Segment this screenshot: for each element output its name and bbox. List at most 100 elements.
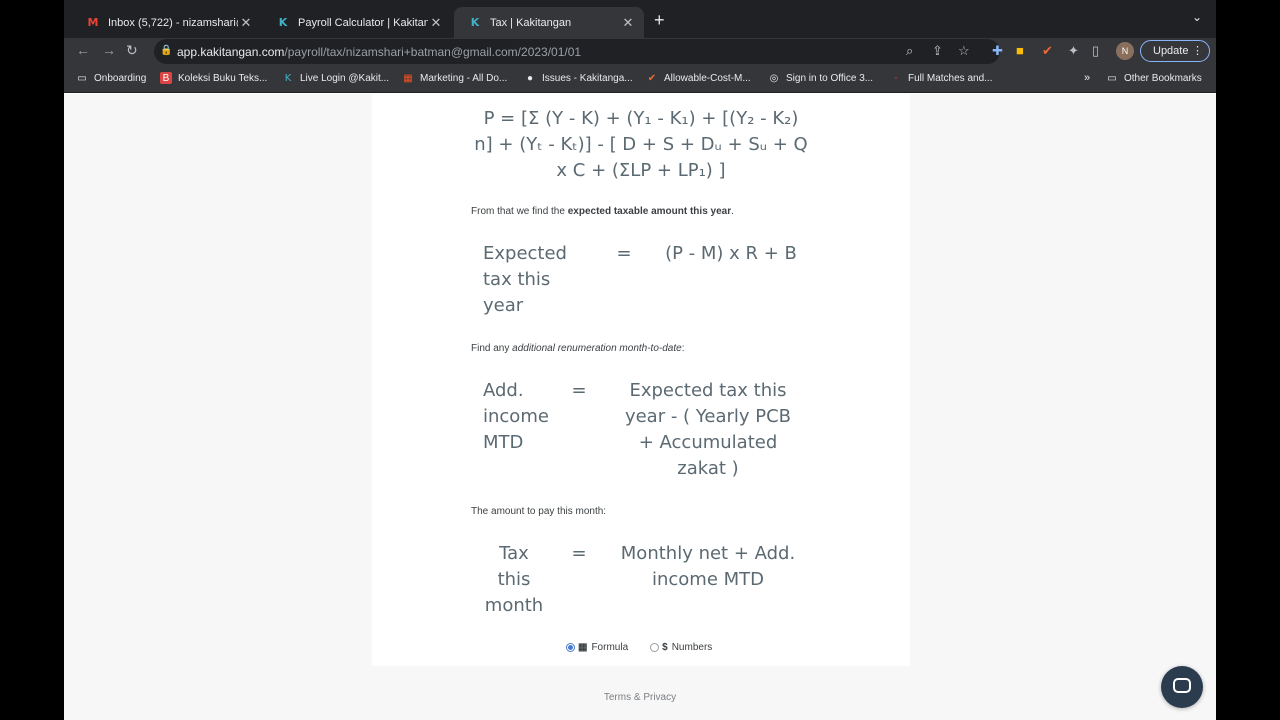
bookmark-live-login[interactable]: K Live Login @Kakit... bbox=[282, 72, 389, 84]
url-text[interactable]: app.kakitangan.com/payroll/tax/nizamshar… bbox=[177, 45, 581, 59]
view-toggle: ▦ Formula $ Numbers bbox=[566, 642, 712, 653]
chevron-down-icon[interactable]: ⌄ bbox=[1192, 10, 1202, 24]
grid-icon: ▦ bbox=[578, 642, 588, 653]
reload-icon[interactable]: ↻ bbox=[126, 42, 138, 59]
forward-icon[interactable]: → bbox=[102, 42, 116, 58]
equation-lhs: Expected tax this year bbox=[483, 241, 593, 319]
bookmark-allowable-cost[interactable]: ✔ Allowable-Cost-M... bbox=[646, 72, 751, 84]
bookmark-label: Full Matches and... bbox=[908, 72, 993, 84]
note-additional-renumeration: Find any additional renumeration month-t… bbox=[471, 343, 684, 354]
rhs-line: Monthly net + Add. bbox=[620, 543, 796, 564]
note-text: Find any bbox=[471, 343, 513, 354]
tab-title: Tax | Kakitangan bbox=[490, 16, 572, 29]
close-icon[interactable]: ✕ bbox=[620, 15, 636, 31]
lhs-line: Tax bbox=[499, 543, 529, 564]
tab-payroll-calculator[interactable]: K Payroll Calculator | Kakitangan ✕ bbox=[262, 7, 452, 38]
folder-icon: ▭ bbox=[77, 72, 87, 84]
browser-toolbar: ← → ↻ 🔒 app.kakitangan.com/payroll/tax/n… bbox=[64, 38, 1216, 66]
equation-expected-tax: Expected tax this year = (P - M) x R + B bbox=[372, 241, 910, 321]
equation-rhs: Expected tax this year - ( Yearly PCB + … bbox=[608, 378, 808, 482]
note-bold: expected taxable amount this year bbox=[567, 206, 732, 217]
side-panel-icon[interactable]: ▯ bbox=[1092, 43, 1099, 59]
url-path: /payroll/tax/nizamshari+batman@gmail.com… bbox=[284, 45, 582, 59]
address-bar[interactable]: 🔒 app.kakitangan.com/payroll/tax/nizamsh… bbox=[154, 39, 1000, 64]
back-icon[interactable]: ← bbox=[76, 42, 90, 58]
bookmark-other[interactable]: ▭ Other Bookmarks bbox=[1106, 72, 1202, 84]
bookmark-label: Allowable-Cost-M... bbox=[664, 72, 751, 84]
bookmark-full-matches[interactable]: ◦ Full Matches and... bbox=[890, 72, 992, 84]
bookmark-onboarding[interactable]: ▭ Onboarding bbox=[76, 72, 146, 84]
update-button[interactable]: Update ⋮ bbox=[1140, 40, 1210, 62]
new-tab-icon[interactable]: + bbox=[654, 10, 665, 31]
bookmark-label: Marketing - All Do... bbox=[420, 72, 508, 84]
formula-card: P = [Σ (Y - K) + (Y₁ - K₁) + [(Y₂ - K₂) … bbox=[372, 94, 910, 666]
equals-sign: = bbox=[571, 543, 587, 564]
extension-icon[interactable]: ✚ bbox=[992, 43, 1003, 59]
check-icon: ✔ bbox=[647, 72, 657, 84]
rhs-line: income MTD bbox=[651, 569, 765, 590]
tab-title: Inbox (5,722) - nizamshari@gm bbox=[108, 16, 238, 29]
dollar-icon: $ bbox=[662, 642, 668, 653]
formula-label[interactable]: Formula bbox=[591, 642, 628, 653]
rhs-line: zakat ) bbox=[677, 458, 739, 479]
extensions-puzzle-icon[interactable]: ✦ bbox=[1068, 43, 1079, 59]
lhs-line: month bbox=[484, 595, 544, 616]
p-formula: P = [Σ (Y - K) + (Y₁ - K₁) + [(Y₂ - K₂) … bbox=[372, 106, 910, 184]
star-icon[interactable]: ☆ bbox=[958, 43, 970, 59]
rhs-line: Expected tax this bbox=[629, 380, 787, 401]
todo-extension-icon[interactable]: ✔ bbox=[1042, 43, 1053, 59]
close-icon[interactable]: ✕ bbox=[428, 15, 444, 31]
lhs-line: tax this bbox=[483, 269, 551, 290]
more-bookmarks-icon[interactable]: » bbox=[1084, 72, 1090, 84]
equals-sign: = bbox=[616, 243, 632, 264]
lhs-line: income bbox=[483, 406, 549, 427]
zoom-icon[interactable]: ⌕ bbox=[906, 43, 913, 59]
microsoft-icon: ▦ bbox=[403, 72, 413, 84]
bookmarks-bar: ▭ Onboarding B Koleksi Buku Teks... K Live … bbox=[64, 66, 1216, 93]
lock-icon: 🔒 bbox=[160, 45, 173, 56]
bookmark-office[interactable]: ◎ Sign in to Office 3... bbox=[768, 72, 873, 84]
terms-privacy-link[interactable]: Terms & Privacy bbox=[64, 692, 1216, 703]
bookmark-koleksi[interactable]: B Koleksi Buku Teks... bbox=[160, 72, 267, 84]
note-text: . bbox=[731, 206, 734, 217]
formula-line: P = [Σ (Y - K) + (Y₁ - K₁) + [(Y₂ - K₂) bbox=[483, 108, 799, 129]
rhs-line: (P - M) x R + B bbox=[665, 243, 797, 264]
rhs-line: year - ( Yearly PCB bbox=[624, 406, 792, 427]
bookmark-label: Issues - Kakitanga... bbox=[542, 72, 633, 84]
bookmark-issues[interactable]: ● Issues - Kakitanga... bbox=[524, 72, 633, 84]
lhs-line: this bbox=[497, 569, 531, 590]
avatar[interactable]: N bbox=[1116, 42, 1134, 60]
note-text: : bbox=[681, 343, 685, 354]
tab-title: Payroll Calculator | Kakitangan bbox=[298, 16, 428, 29]
globe-icon: ◦ bbox=[894, 72, 898, 84]
close-icon[interactable]: ✕ bbox=[238, 15, 254, 31]
page-content: P = [Σ (Y - K) + (Y₁ - K₁) + [(Y₂ - K₂) … bbox=[64, 94, 1216, 720]
bookmark-label: Onboarding bbox=[94, 72, 147, 84]
numbers-label[interactable]: Numbers bbox=[672, 642, 713, 653]
chat-button[interactable] bbox=[1161, 666, 1203, 708]
share-icon[interactable]: ⇪ bbox=[932, 43, 943, 59]
equation-add-income: Add. income MTD = Expected tax this year… bbox=[372, 378, 910, 482]
tab-gmail[interactable]: M Inbox (5,722) - nizamshari@gm ✕ bbox=[72, 7, 262, 38]
lhs-line: MTD bbox=[483, 432, 524, 453]
formula-radio[interactable] bbox=[566, 643, 575, 652]
kakitangan-icon: K bbox=[284, 72, 292, 84]
note-amount-to-pay: The amount to pay this month: bbox=[471, 506, 607, 517]
bookmark-label: Live Login @Kakit... bbox=[300, 72, 390, 84]
bookmark-marketing[interactable]: ▦ Marketing - All Do... bbox=[402, 72, 507, 84]
equation-lhs: Tax this month bbox=[474, 541, 554, 619]
tab-tax[interactable]: K Tax | Kakitangan ✕ bbox=[454, 7, 644, 38]
numbers-radio[interactable] bbox=[650, 643, 660, 652]
browser-window: M Inbox (5,722) - nizamshari@gm ✕ K Payr… bbox=[64, 0, 1216, 720]
more-icon: ⋮ bbox=[1192, 45, 1203, 57]
notes-extension-icon[interactable]: ■ bbox=[1016, 43, 1024, 58]
gmail-icon: M bbox=[87, 16, 99, 29]
lhs-line: Expected bbox=[483, 243, 567, 264]
kakitangan-icon: K bbox=[278, 16, 288, 29]
url-host: app.kakitangan.com bbox=[177, 45, 285, 59]
book-icon: B bbox=[160, 72, 172, 84]
note-italic: additional renumeration month-to-date bbox=[512, 343, 682, 354]
tab-strip: M Inbox (5,722) - nizamshari@gm ✕ K Payr… bbox=[64, 0, 1216, 38]
chat-bubble-icon bbox=[1173, 678, 1191, 693]
kakitangan-icon: K bbox=[470, 16, 480, 29]
